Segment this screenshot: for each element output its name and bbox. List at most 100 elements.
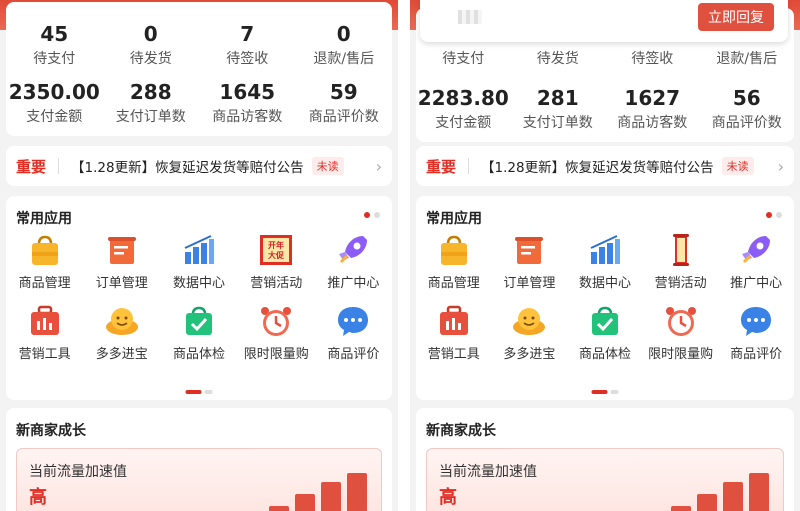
app-duoduo-jinbao[interactable]: 多多进宝 bbox=[492, 303, 568, 362]
svg-text:大促: 大促 bbox=[268, 250, 285, 260]
stat-product-visitors[interactable]: 1627 商品访客数 bbox=[605, 86, 700, 133]
announcement-bar[interactable]: 重要 【1.28更新】恢复延迟发货等赔付公告 未读 › bbox=[6, 146, 392, 186]
app-data-center[interactable]: 数据中心 bbox=[160, 232, 237, 291]
growth-bar bbox=[321, 482, 341, 511]
stat-value: 288 bbox=[129, 80, 172, 104]
blurred-avatar bbox=[458, 10, 482, 24]
app-marketing-activity[interactable]: 营销活动 bbox=[643, 232, 719, 291]
app-order-management[interactable]: 订单管理 bbox=[492, 232, 568, 291]
stat-label: 支付金额 bbox=[26, 109, 83, 125]
stat-pending-shipment[interactable]: 0 待发货 bbox=[103, 22, 200, 69]
message-popup: 立即回复 bbox=[420, 0, 788, 42]
app-label: 推广中心 bbox=[327, 276, 380, 291]
stat-label: 支付订单数 bbox=[115, 109, 186, 125]
app-label: 商品体检 bbox=[172, 347, 225, 362]
order-list-icon bbox=[107, 237, 136, 264]
stat-value: 2350.00 bbox=[8, 80, 100, 104]
stat-label: 支付订单数 bbox=[522, 115, 593, 131]
stat-value: 1627 bbox=[624, 86, 681, 110]
toolbox-icon bbox=[439, 305, 468, 335]
stat-paid-orders[interactable]: 281 支付订单数 bbox=[511, 86, 606, 133]
stat-label: 商品访客数 bbox=[212, 109, 283, 125]
reply-now-button[interactable]: 立即回复 bbox=[698, 3, 774, 31]
notice-separator bbox=[58, 158, 60, 174]
panel-divider bbox=[398, 0, 410, 511]
app-label: 订单管理 bbox=[95, 276, 148, 291]
stat-product-visitors[interactable]: 1645 商品访客数 bbox=[199, 80, 296, 127]
app-label: 多多进宝 bbox=[503, 347, 556, 362]
app-product-management[interactable]: 商品管理 bbox=[6, 232, 83, 291]
toolbox-icon bbox=[30, 305, 59, 335]
gold-ingot-icon bbox=[105, 308, 138, 335]
merchant-growth-card: 新商家成长 当前流量加速值 高 bbox=[6, 408, 392, 511]
alarm-clock-icon bbox=[261, 307, 292, 336]
stat-value: 281 bbox=[536, 86, 579, 110]
app-flash-sale[interactable]: 限时限量购 bbox=[238, 303, 315, 362]
order-stats-card: 45 待支付 0 待发货 7 待签收 0 退款/售后 2350.00 支付金额 288 支付… bbox=[6, 2, 392, 136]
growth-bar bbox=[671, 506, 691, 511]
app-label: 商品评价 bbox=[327, 347, 380, 362]
svg-text:开年: 开年 bbox=[268, 240, 284, 250]
stat-product-reviews[interactable]: 56 商品评价数 bbox=[700, 86, 795, 133]
gold-ingot-icon bbox=[513, 308, 546, 335]
traffic-boost-box[interactable]: 当前流量加速值 高 bbox=[16, 448, 382, 511]
traffic-boost-box[interactable]: 当前流量加速值 高 bbox=[426, 448, 784, 511]
app-product-reviews[interactable]: 商品评价 bbox=[315, 303, 392, 362]
app-duoduo-jinbao[interactable]: 多多进宝 bbox=[83, 303, 160, 362]
app-label: 数据中心 bbox=[578, 276, 631, 291]
app-grid: 商品管理 订单管理 数据中心 营销活动 推广中心 营销工具 多多进宝 商品体检 … bbox=[416, 232, 794, 362]
promo-scroll-icon bbox=[672, 234, 689, 266]
app-grid: 商品管理 订单管理 数据中心 开年 大促 营销活动 推广中心 营销工具 多多进宝… bbox=[6, 232, 392, 362]
stat-label: 退款/售后 bbox=[716, 51, 778, 67]
stat-payment-amount[interactable]: 2283.80 支付金额 bbox=[416, 86, 511, 133]
app-label: 多多进宝 bbox=[95, 347, 148, 362]
growth-bars bbox=[243, 473, 367, 511]
stat-pending-receipt[interactable]: 7 待签收 bbox=[199, 22, 296, 69]
app-promotion-center[interactable]: 推广中心 bbox=[718, 232, 794, 291]
app-label: 营销工具 bbox=[427, 347, 480, 362]
stat-label: 退款/售后 bbox=[313, 51, 375, 67]
rocket-icon bbox=[742, 236, 771, 264]
stat-refund[interactable]: 退款/售后 bbox=[700, 46, 795, 69]
app-product-checkup[interactable]: 商品体检 bbox=[567, 303, 643, 362]
stat-payment-amount[interactable]: 2350.00 支付金额 bbox=[6, 80, 103, 127]
traffic-boost-label: 当前流量加速值 bbox=[439, 464, 537, 480]
growth-bars bbox=[645, 473, 769, 511]
app-product-management[interactable]: 商品管理 bbox=[416, 232, 492, 291]
announcement-bar[interactable]: 重要 【1.28更新】恢复延迟发货等赔付公告 未读 › bbox=[416, 146, 794, 186]
stat-product-reviews[interactable]: 59 商品评价数 bbox=[296, 80, 393, 127]
app-label: 限时限量购 bbox=[243, 347, 309, 362]
section-title: 新商家成长 bbox=[16, 423, 86, 439]
order-list-icon bbox=[515, 237, 544, 264]
announcement-text: 【1.28更新】恢复延迟发货等赔付公告 bbox=[71, 160, 304, 176]
stat-refund[interactable]: 0 退款/售后 bbox=[296, 22, 393, 69]
app-data-center[interactable]: 数据中心 bbox=[567, 232, 643, 291]
app-label: 推广中心 bbox=[730, 276, 783, 291]
stat-pending-payment[interactable]: 待支付 bbox=[416, 46, 511, 69]
stat-label: 待支付 bbox=[442, 51, 485, 67]
order-status-row: 45 待支付 0 待发货 7 待签收 0 退款/售后 bbox=[6, 22, 392, 69]
app-flash-sale[interactable]: 限时限量购 bbox=[643, 303, 719, 362]
stat-label: 待签收 bbox=[226, 51, 269, 67]
growth-bar bbox=[295, 494, 315, 511]
stat-pending-payment[interactable]: 45 待支付 bbox=[6, 22, 103, 69]
sales-stats-row: 2283.80 支付金额 281 支付订单数 1627 商品访客数 56 商品评价数 bbox=[416, 86, 794, 133]
stat-pending-shipment[interactable]: 待发货 bbox=[511, 46, 606, 69]
alarm-clock-icon bbox=[665, 307, 696, 336]
common-apps-card: 常用应用 商品管理 订单管理 数据中心 开年 大促 营销活动 推广中心 营销工具… bbox=[6, 196, 392, 400]
stat-value: 1645 bbox=[219, 80, 276, 104]
carousel-dots bbox=[766, 212, 782, 218]
app-marketing-tools[interactable]: 营销工具 bbox=[416, 303, 492, 362]
app-product-checkup[interactable]: 商品体检 bbox=[160, 303, 237, 362]
app-marketing-tools[interactable]: 营销工具 bbox=[6, 303, 83, 362]
app-promotion-center[interactable]: 推广中心 bbox=[315, 232, 392, 291]
screenshot-panel-right: 待支付 待发货 待签收 退款/售后 2283.80 支付金额 281 支付订单数 1… bbox=[410, 0, 800, 511]
important-tag: 重要 bbox=[16, 157, 47, 176]
stat-label: 待发货 bbox=[129, 51, 172, 67]
stat-label: 待签收 bbox=[631, 51, 674, 67]
app-order-management[interactable]: 订单管理 bbox=[83, 232, 160, 291]
app-product-reviews[interactable]: 商品评价 bbox=[718, 303, 794, 362]
stat-pending-receipt[interactable]: 待签收 bbox=[605, 46, 700, 69]
stat-paid-orders[interactable]: 288 支付订单数 bbox=[103, 80, 200, 127]
app-marketing-activity[interactable]: 开年 大促 营销活动 bbox=[238, 232, 315, 291]
